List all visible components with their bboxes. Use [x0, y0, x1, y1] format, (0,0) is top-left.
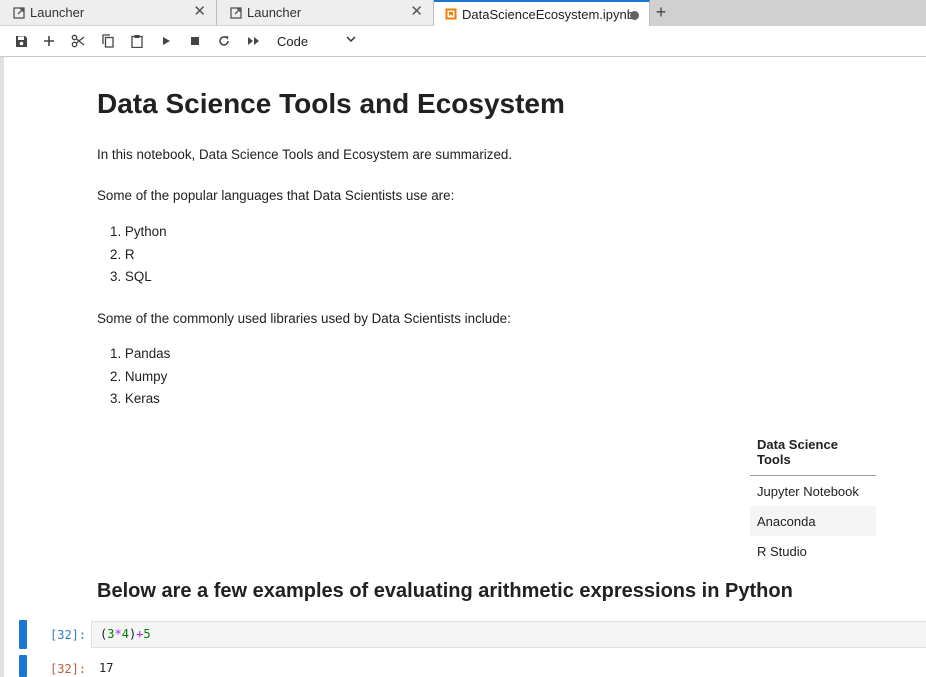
notebook-icon — [444, 7, 458, 21]
add-tab-icon[interactable]: + — [652, 2, 670, 22]
tab-label: Launcher — [247, 5, 302, 20]
tab-launcher-2[interactable]: Launcher ✕ — [217, 0, 434, 25]
tab-bar: Launcher ✕ Launcher ✕ DataScienceEcosyst… — [0, 0, 926, 26]
unsaved-indicator-icon[interactable] — [630, 8, 639, 24]
stop-icon[interactable] — [187, 33, 203, 49]
code-input-area[interactable]: (3*4)+5 — [91, 621, 926, 648]
input-prompt: [32]: — [50, 628, 87, 642]
languages-list: 1. Python 2. R 3. SQL — [110, 221, 167, 289]
table-cell: R Studio — [757, 543, 807, 559]
tab-notebook[interactable]: DataScienceEcosystem.ipynb — [434, 0, 650, 26]
languages-intro-text: Some of the popular languages that Data … — [97, 188, 455, 203]
table-cell: Jupyter Notebook — [757, 483, 859, 499]
cell-collapser[interactable] — [19, 620, 27, 649]
table-cell: Anaconda — [750, 506, 876, 536]
notebook-toolbar: Code — [0, 26, 926, 57]
add-cell-icon[interactable] — [41, 33, 57, 49]
libraries-intro-text: Some of the commonly used libraries used… — [97, 311, 511, 326]
run-icon[interactable] — [158, 33, 174, 49]
list-item: 1. Python — [110, 224, 167, 239]
list-item: 3. SQL — [110, 269, 152, 284]
list-item: 2. R — [110, 246, 135, 262]
arithmetic-heading: Below are a few examples of evaluating a… — [97, 580, 793, 602]
table-header: Data Science Tools — [750, 431, 876, 476]
left-panel-edge — [0, 57, 4, 677]
intro-text: In this notebook, Data Science Tools and… — [97, 147, 513, 162]
tab-label: Launcher — [30, 5, 85, 20]
launcher-icon — [12, 6, 26, 20]
paste-icon[interactable] — [129, 33, 145, 49]
cell-type-value: Code — [277, 34, 309, 49]
tools-table: Data Science Tools Jupyter Notebook Anac… — [750, 431, 876, 566]
run-all-icon[interactable] — [245, 33, 261, 49]
restart-icon[interactable] — [216, 33, 232, 49]
tab-launcher-1[interactable]: Launcher ✕ — [0, 0, 217, 25]
chevron-down-icon — [345, 33, 357, 48]
code-text: (3*4)+5 — [100, 627, 151, 641]
list-item: 1. Pandas — [110, 346, 171, 361]
close-icon[interactable]: ✕ — [410, 4, 423, 20]
output-collapser[interactable] — [19, 655, 27, 677]
save-icon[interactable] — [13, 33, 29, 49]
cut-icon[interactable] — [70, 33, 86, 49]
launcher-icon — [229, 6, 243, 20]
cell-type-dropdown[interactable]: Code — [273, 31, 357, 51]
list-item: 3. Keras — [110, 391, 160, 406]
close-icon[interactable]: ✕ — [193, 4, 206, 20]
copy-icon[interactable] — [100, 33, 116, 49]
list-item: 2. Numpy — [110, 368, 168, 384]
tab-label: DataScienceEcosystem.ipynb — [462, 6, 634, 22]
cell-output: 17 — [99, 661, 114, 675]
output-prompt: [32]: — [50, 662, 87, 676]
notebook-title: Data Science Tools and Ecosystem — [97, 88, 565, 119]
libraries-list: 1. Pandas 2. Numpy 3. Keras — [110, 343, 170, 411]
